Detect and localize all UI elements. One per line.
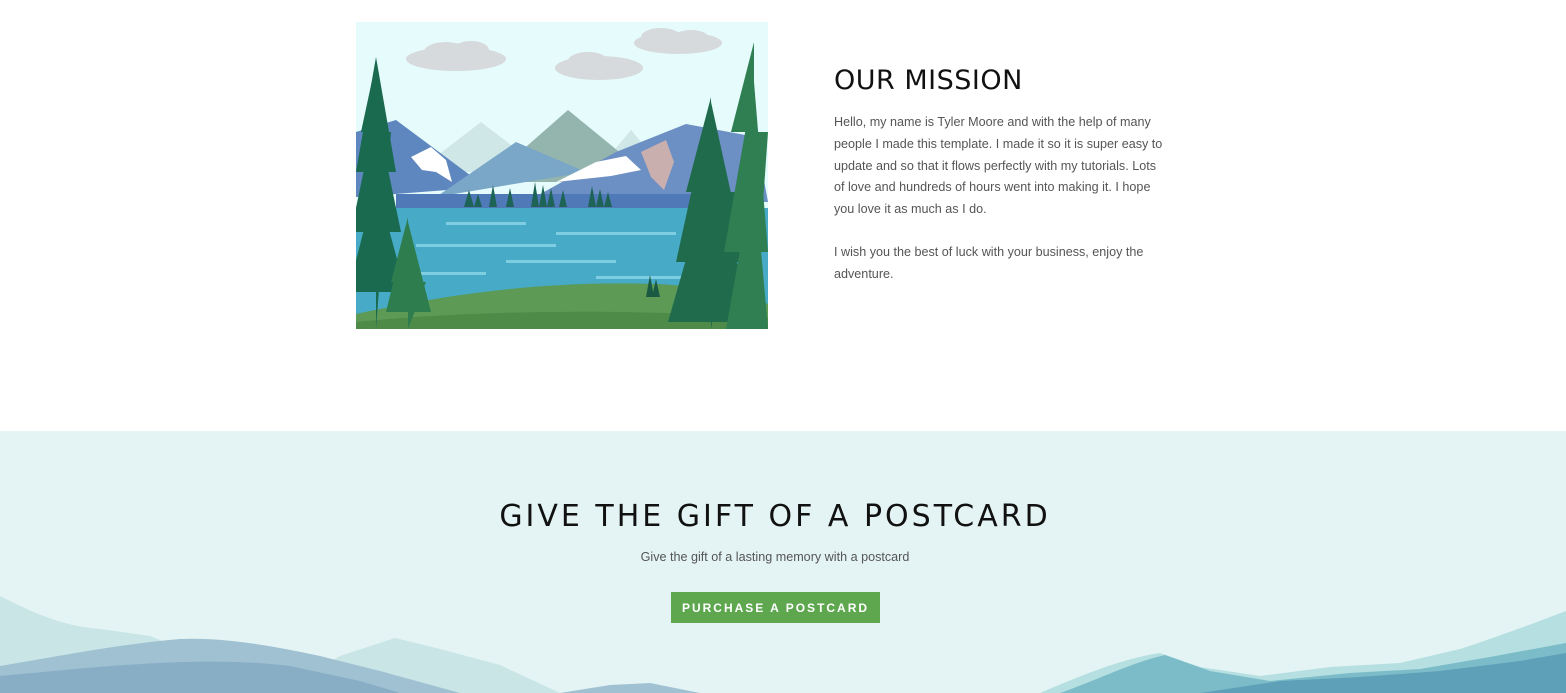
mission-heading: OUR MISSION [834,65,1023,96]
lake-landscape-illustration [356,22,768,329]
mission-paragraph-2: I wish you the best of luck with your bu… [834,244,1144,281]
mission-paragraph-1: Hello, my name is Tyler Moore and with t… [834,115,1163,217]
gift-section: GIVE THE GIFT OF A POSTCARD Give the gif… [0,431,1566,693]
gift-heading: GIVE THE GIFT OF A POSTCARD [499,499,1051,534]
mission-section: OUR MISSION Hello, my name is Tyler Moor… [0,0,1566,431]
purchase-postcard-button[interactable]: PURCHASE A POSTCARD [671,592,880,623]
mission-text-block: OUR MISSION Hello, my name is Tyler Moor… [834,62,1164,307]
gift-subtitle: Give the gift of a lasting memory with a… [640,550,910,564]
